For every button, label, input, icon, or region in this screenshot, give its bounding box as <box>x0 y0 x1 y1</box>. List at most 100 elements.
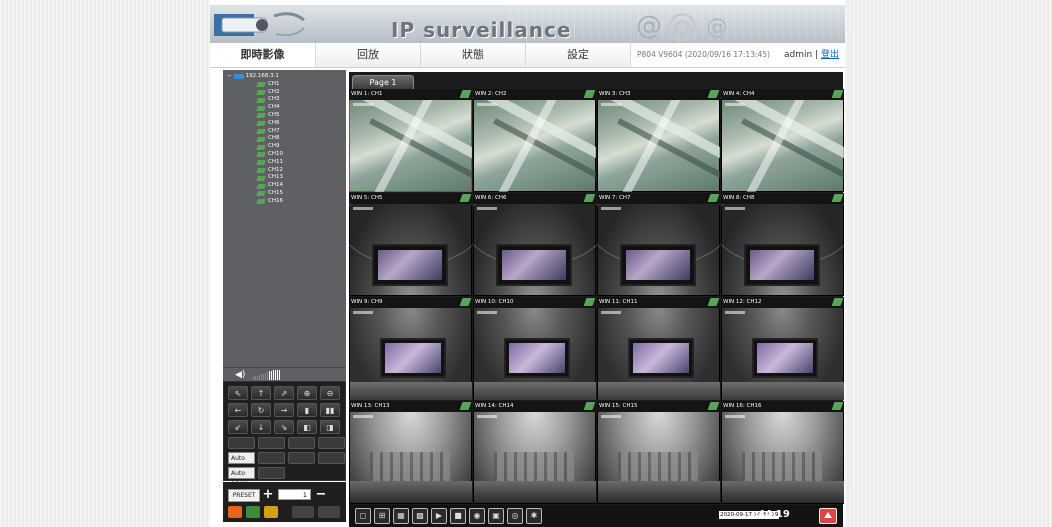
iris-close-button[interactable]: ◨ <box>320 420 340 434</box>
video-window[interactable]: WIN 11: CH11 <box>597 297 720 400</box>
play-icon[interactable]: ▶ <box>431 508 447 524</box>
video-feed[interactable] <box>350 412 472 503</box>
tab-playback[interactable]: 回放 <box>316 43 421 67</box>
tab-live-view[interactable]: 即時影像 <box>210 43 316 67</box>
tree-channel-item[interactable]: CH7 <box>227 128 283 136</box>
ptz-up-right-button[interactable]: ⇗ <box>274 386 294 400</box>
tree-channel-item[interactable]: CH5 <box>227 112 283 120</box>
layout-1-icon[interactable]: ◻ <box>355 508 371 524</box>
zoom-in-button[interactable]: ⊕ <box>297 386 317 400</box>
ptz-clear-icon[interactable] <box>318 506 340 518</box>
video-window[interactable]: WIN 10: CH10 <box>473 297 596 400</box>
tree-root[interactable]: − 192.168.3.1 <box>227 73 283 81</box>
layout-16-icon[interactable]: ▩ <box>412 508 428 524</box>
zoom-out-button[interactable]: ⊖ <box>320 386 340 400</box>
tree-channel-item[interactable]: CH2 <box>227 89 283 97</box>
focus-far-button[interactable]: ▮▮ <box>320 403 340 417</box>
ptz-preset-b-button[interactable] <box>258 437 285 449</box>
video-window[interactable]: WIN 14: CH14 <box>473 401 596 504</box>
preset-number-input[interactable]: 1 <box>278 489 311 500</box>
video-window[interactable]: WIN 7: CH7 <box>597 193 720 296</box>
video-feed[interactable] <box>598 308 720 400</box>
tree-channel-item[interactable]: CH10 <box>227 151 283 159</box>
video-feed[interactable] <box>473 89 596 192</box>
auto-pan-button[interactable]: Auto Pan <box>228 452 255 473</box>
video-feed[interactable] <box>473 193 596 295</box>
tree-channel-item[interactable]: CH15 <box>227 190 283 198</box>
tree-channel-item[interactable]: CH3 <box>227 96 283 104</box>
video-window[interactable]: WIN 12: CH12 <box>721 297 844 400</box>
video-window[interactable]: WIN 6: CH6 <box>473 193 596 296</box>
stop-icon[interactable]: ■ <box>450 508 466 524</box>
video-feed[interactable] <box>722 308 844 400</box>
auto-scan-button[interactable]: Auto SCAN <box>228 467 255 488</box>
logout-link[interactable]: 登出 <box>821 50 839 60</box>
layout-4-icon[interactable]: ⊞ <box>374 508 390 524</box>
tree-channel-item[interactable]: CH12 <box>227 167 283 175</box>
ptz-down-left-button[interactable]: ⇙ <box>228 420 248 434</box>
ptz-preset-a-button[interactable] <box>228 437 255 449</box>
tree-channel-item[interactable]: CH16 <box>227 198 283 206</box>
tree-channel-item[interactable]: CH14 <box>227 182 283 190</box>
video-feed[interactable] <box>474 308 596 400</box>
ptz-preset-d-button[interactable] <box>318 437 345 449</box>
preset-list-icon[interactable] <box>228 506 242 518</box>
ptz-home-button[interactable]: ↻ <box>251 403 271 417</box>
ptz-preset-c-button[interactable] <box>288 437 315 449</box>
tree-channel-item[interactable]: CH9 <box>227 143 283 151</box>
ptz-go-icon[interactable] <box>292 506 314 518</box>
video-feed[interactable] <box>474 412 596 503</box>
video-window[interactable]: WIN 2: CH2 <box>473 89 596 192</box>
ptz-stop-button[interactable] <box>258 467 285 479</box>
video-window[interactable]: WIN 13: CH13 <box>349 401 472 504</box>
preset-remove-icon[interactable]: − <box>315 488 327 501</box>
video-window[interactable]: WIN 4: CH4 <box>721 89 844 192</box>
patrol-icon[interactable] <box>264 506 278 518</box>
ptz-right-button[interactable]: → <box>274 403 294 417</box>
tab-status[interactable]: 狀態 <box>421 43 526 67</box>
focus-near-button[interactable]: ▮ <box>297 403 317 417</box>
video-window[interactable]: WIN 16: CH16 <box>721 401 844 504</box>
video-feed[interactable] <box>597 193 720 295</box>
ptz-left-button[interactable]: ← <box>228 403 248 417</box>
video-feed[interactable] <box>349 89 472 192</box>
video-feed[interactable] <box>722 412 844 503</box>
tree-channel-item[interactable]: CH6 <box>227 120 283 128</box>
video-feed[interactable] <box>598 412 720 503</box>
video-feed[interactable] <box>721 193 844 295</box>
collapse-up-icon[interactable] <box>819 508 837 524</box>
layout-9-icon[interactable]: ▦ <box>393 508 409 524</box>
ptz-down-button[interactable]: ↓ <box>251 420 271 434</box>
video-feed[interactable] <box>721 89 844 192</box>
iris-open-button[interactable]: ◧ <box>297 420 317 434</box>
tab-settings[interactable]: 設定 <box>526 43 631 67</box>
tree-channel-item[interactable]: CH11 <box>227 159 283 167</box>
tree-channel-item[interactable]: CH13 <box>227 174 283 182</box>
ptz-down-right-button[interactable]: ⇘ <box>274 420 294 434</box>
snapshot-icon[interactable]: ▣ <box>488 508 504 524</box>
video-feed[interactable] <box>350 308 472 400</box>
page-tab[interactable]: Page 1 <box>352 75 414 89</box>
ptz-speed-a-button[interactable] <box>258 452 285 464</box>
page-scrollbar[interactable] <box>847 30 851 490</box>
speaker-icon[interactable]: ◀) <box>235 370 245 380</box>
video-window[interactable]: WIN 5: CH5 <box>349 193 472 296</box>
auto-scan-icon[interactable] <box>246 506 260 518</box>
tools-icon[interactable]: ✱ <box>526 508 542 524</box>
camera-settings-icon[interactable]: ◎ <box>507 508 523 524</box>
video-window[interactable]: WIN 8: CH8 <box>721 193 844 296</box>
volume-control[interactable]: ◀) <box>223 367 346 382</box>
video-feed[interactable] <box>349 193 472 295</box>
record-icon[interactable]: ◉ <box>469 508 485 524</box>
video-feed[interactable] <box>597 89 720 192</box>
video-window[interactable]: WIN 15: CH15 <box>597 401 720 504</box>
preset-button[interactable]: PRESET <box>228 489 260 502</box>
collapse-icon[interactable]: − <box>227 73 232 81</box>
volume-slider[interactable] <box>253 370 280 380</box>
tree-channel-item[interactable]: CH1 <box>227 81 283 89</box>
ptz-up-button[interactable]: ↑ <box>251 386 271 400</box>
ptz-up-left-button[interactable]: ⇖ <box>228 386 248 400</box>
ptz-speed-c-button[interactable] <box>318 452 345 464</box>
tree-channel-item[interactable]: CH4 <box>227 104 283 112</box>
video-window[interactable]: WIN 9: CH9 <box>349 297 472 400</box>
